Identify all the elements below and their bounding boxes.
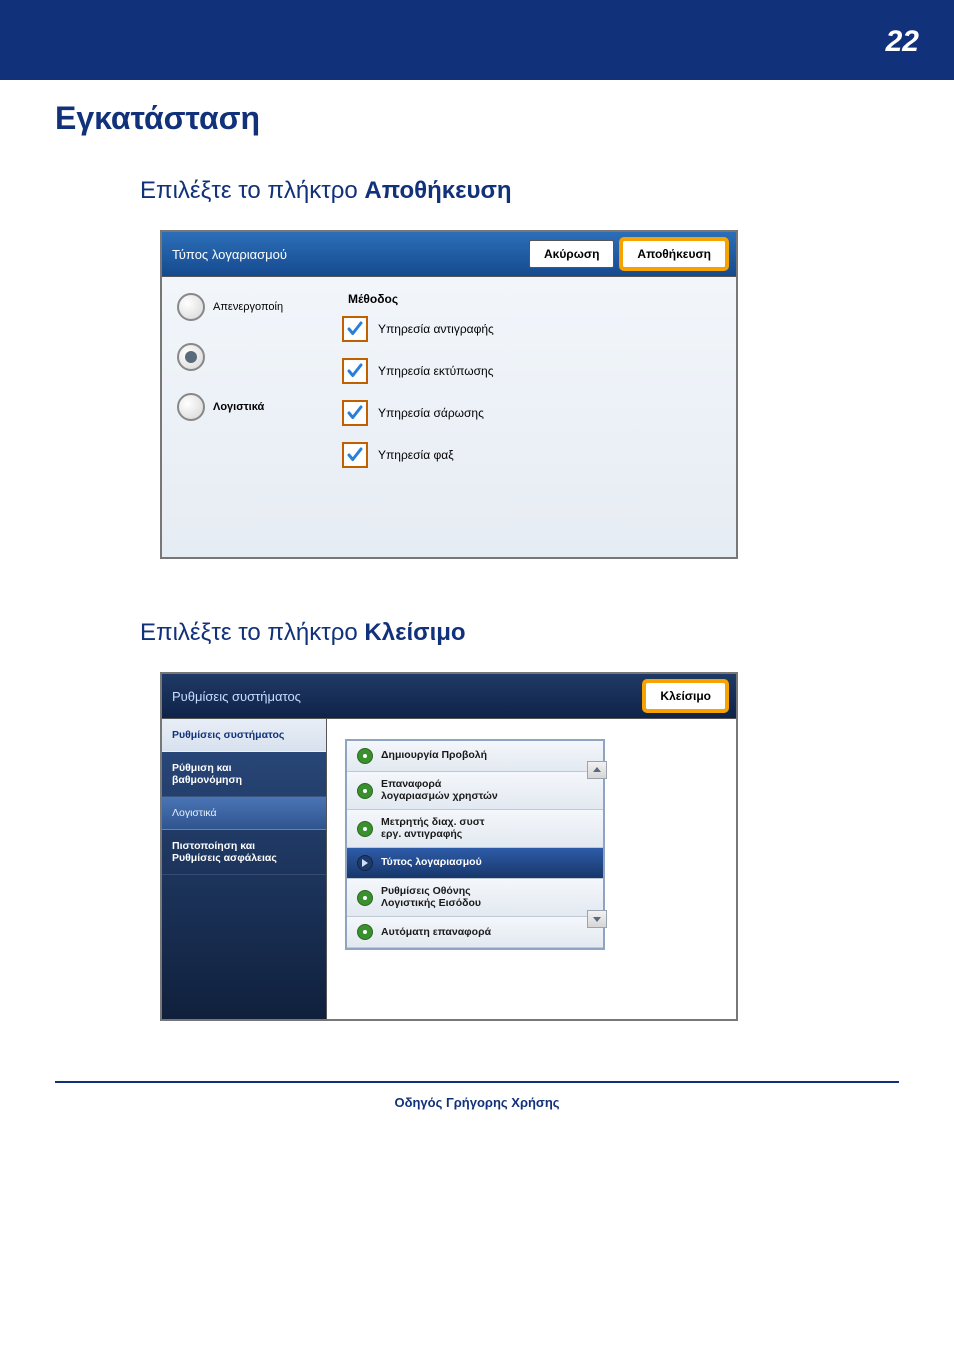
radio-label: Λογιστικά [213,401,264,413]
panel-account-type: Τύπος λογαριασμού Ακύρωση Αποθήκευση Απε… [160,230,738,559]
step-1-prefix: Επιλέξτε το πλήκτρο [140,177,364,204]
list-item-label: Ρυθμίσεις ΟθόνηςΛογιστικής Εισόδου [381,886,593,909]
panel-system-settings: Ρυθμίσεις συστήματος Κλείσιμο Ρυθμίσεις … [160,672,738,1021]
scroll-up-button[interactable] [587,761,607,779]
method-column: Μέθοδος Υπηρεσία αντιγραφής Υπηρεσία εκτ… [342,292,721,517]
check-label: Υπηρεσία εκτύπωσης [378,364,493,378]
checkbox-icon [342,442,368,468]
page-number: 22 [886,25,919,59]
step-1-text: Επιλέξτε το πλήκτρο Αποθήκευση [140,177,899,205]
list-item-login-screen[interactable]: Ρυθμίσεις ΟθόνηςΛογιστικής Εισόδου [347,879,603,917]
status-badge-icon [357,890,373,906]
save-button[interactable]: Αποθήκευση [622,240,726,268]
list-item-reset-accounts[interactable]: Επαναφοράλογαριασμών χρηστών [347,772,603,810]
settings-sidebar: Ρυθμίσεις συστήματος Ρύθμιση καιβαθμονόμ… [162,719,327,1019]
sidebar-item-accounting[interactable]: Λογιστικά [162,797,326,830]
radio-icon [177,393,205,421]
check-row-scan[interactable]: Υπηρεσία σάρωσης [342,400,721,426]
radio-option-selected[interactable] [177,342,342,372]
list-item-label: Δημιουργία Προβολή [381,750,593,762]
check-row-fax[interactable]: Υπηρεσία φαξ [342,442,721,468]
sidebar-item-label: Ρύθμιση καιβαθμονόμηση [172,762,316,786]
sidebar-item-label: Λογιστικά [172,807,217,819]
radio-option-accounting[interactable]: Λογιστικά [177,392,342,422]
check-row-copy[interactable]: Υπηρεσία αντιγραφής [342,316,721,342]
list-item-create-view[interactable]: Δημιουργία Προβολή [347,741,603,772]
radio-option-disable[interactable]: Απενεργοποίη [177,292,342,322]
panel-1-header: Τύπος λογαριασμού Ακύρωση Αποθήκευση [162,232,736,277]
status-badge-icon [357,821,373,837]
list-item-label: Επαναφοράλογαριασμών χρηστών [381,779,593,802]
step-2-bold: Κλείσιμο [364,619,465,646]
footer-text: Οδηγός Γρήγορης Χρήσης [55,1081,899,1140]
arrow-icon [357,855,373,871]
panel-2-header: Ρυθμίσεις συστήματος Κλείσιμο [162,674,736,719]
method-title: Μέθοδος [348,292,721,306]
list-item-label: Μετρητής διαχ. συστεργ. αντιγραφής [381,817,593,840]
step-2-text: Επιλέξτε το πλήκτρο Κλείσιμο [140,619,899,647]
list-item-auto-reset[interactable]: Αυτόματη επαναφορά [347,917,603,948]
status-badge-icon [357,748,373,764]
close-button[interactable]: Κλείσιμο [645,682,726,710]
sidebar-item-label: Πιστοποίηση καιΡυθμίσεις ασφάλειας [172,840,316,864]
step-2-prefix: Επιλέξτε το πλήκτρο [140,619,364,646]
check-row-print[interactable]: Υπηρεσία εκτύπωσης [342,358,721,384]
header-band: 22 [0,0,954,80]
step-1-bold: Αποθήκευση [364,177,511,204]
list-item-label: Αυτόματη επαναφορά [381,927,593,939]
settings-list: Δημιουργία Προβολή Επαναφοράλογαριασμών … [345,739,605,950]
checkbox-icon [342,316,368,342]
panel-1-title: Τύπος λογαριασμού [172,247,521,262]
list-item-label: Τύπος λογαριασμού [381,857,593,869]
page-title: Εγκατάσταση [55,100,899,137]
sidebar-item-cert-sec[interactable]: Πιστοποίηση καιΡυθμίσεις ασφάλειας [162,830,326,875]
sidebar-header: Ρυθμίσεις συστήματος [162,719,326,752]
scroll-down-button[interactable] [587,910,607,928]
panel-2-body: Ρυθμίσεις συστήματος Ρύθμιση καιβαθμονόμ… [162,719,736,1019]
list-item-account-type[interactable]: Τύπος λογαριασμού [347,848,603,879]
checkbox-icon [342,400,368,426]
radio-label: Απενεργοποίη [213,301,283,313]
panel-2-title: Ρυθμίσεις συστήματος [172,689,637,704]
radio-icon [177,343,205,371]
panel-1-body: Απενεργοποίη Λογιστικά Μέθοδος Υπηρε [162,277,736,557]
checkbox-icon [342,358,368,384]
check-label: Υπηρεσία φαξ [378,448,454,462]
radio-icon [177,293,205,321]
list-item-counter-copy[interactable]: Μετρητής διαχ. συστεργ. αντιγραφής [347,810,603,848]
status-badge-icon [357,783,373,799]
settings-list-area: Δημιουργία Προβολή Επαναφοράλογαριασμών … [327,719,736,1019]
check-label: Υπηρεσία σάρωσης [378,406,484,420]
check-label: Υπηρεσία αντιγραφής [378,322,494,336]
sidebar-item-adjust[interactable]: Ρύθμιση καιβαθμονόμηση [162,752,326,797]
status-badge-icon [357,924,373,940]
cancel-button[interactable]: Ακύρωση [529,240,614,268]
radio-column: Απενεργοποίη Λογιστικά [177,292,342,517]
